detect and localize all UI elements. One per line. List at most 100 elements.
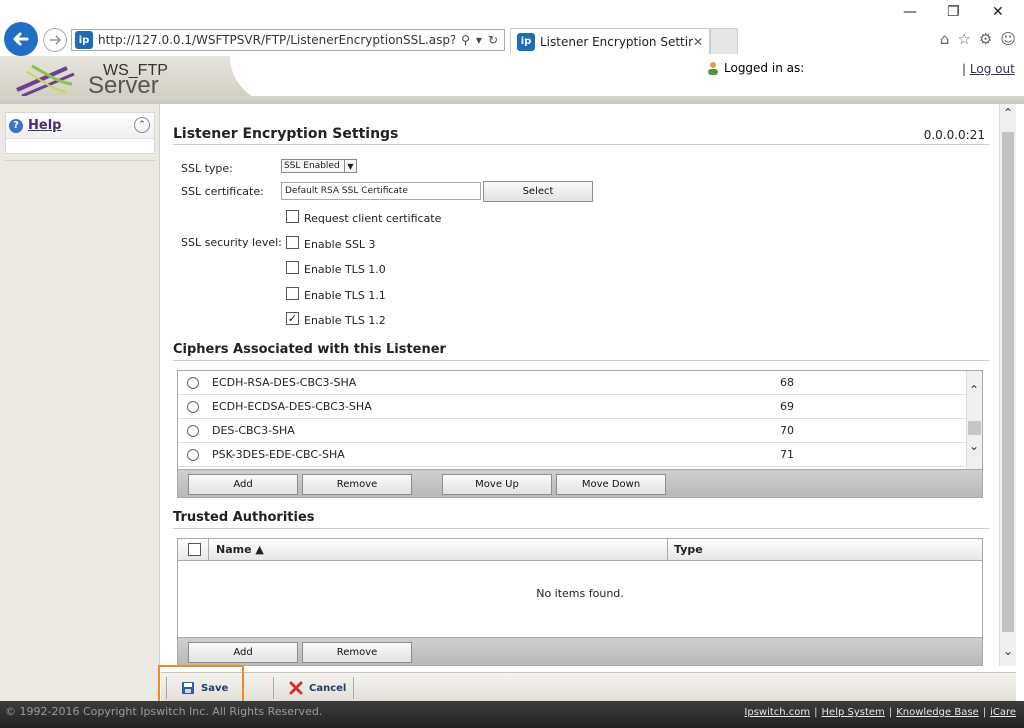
status-bar: © 1992-2016 Copyright Ipswitch Inc. All … xyxy=(0,701,1024,728)
enable-tls10-label: Enable TLS 1.0 xyxy=(304,263,386,276)
toolbar-separator xyxy=(353,677,354,699)
add-authority-button[interactable]: Add xyxy=(188,642,298,663)
scroll-up-chevron-icon[interactable]: ⌃ xyxy=(969,383,979,397)
logout-area: | Log out xyxy=(962,62,1015,76)
scroll-down-chevron-icon[interactable]: ⌄ xyxy=(969,439,979,453)
new-tab-button[interactable] xyxy=(710,28,738,54)
enable-ssl3-label: Enable SSL 3 xyxy=(304,238,376,251)
header-divider xyxy=(0,96,1024,104)
scroll-up-chevron-icon[interactable]: ⌃ xyxy=(1003,106,1013,120)
ipswitch-link[interactable]: Ipswitch.com xyxy=(744,707,810,718)
main-content: Listener Encryption Settings 0.0.0.0:21 … xyxy=(161,104,999,672)
ciphers-toolbar: Add Remove Move Up Move Down xyxy=(178,469,982,497)
close-tab-icon[interactable]: ✕ xyxy=(693,35,709,49)
cipher-row[interactable]: ECDH-ECDSA-DES-CBC3-SHA 69 xyxy=(178,395,966,419)
enable-tls11-label: Enable TLS 1.1 xyxy=(304,289,386,302)
action-toolbar: Save Cancel xyxy=(161,672,1016,701)
request-client-cert-checkbox[interactable] xyxy=(286,210,299,223)
select-certificate-button[interactable]: Select xyxy=(483,181,593,202)
ciphers-divider xyxy=(173,360,989,361)
restore-icon[interactable]: ❐ xyxy=(947,4,960,20)
app-header: WS_FTP Server Logged in as: | Log out xyxy=(0,56,1024,104)
search-icon[interactable]: ⚲ xyxy=(461,33,470,47)
main-scrollbar[interactable]: ⌃ ⌄ xyxy=(999,104,1016,666)
close-window-icon[interactable]: ✕ xyxy=(992,4,1004,20)
back-button[interactable] xyxy=(4,22,38,56)
add-cipher-button[interactable]: Add xyxy=(188,474,298,495)
logout-link[interactable]: Log out xyxy=(970,62,1015,76)
cipher-radio[interactable] xyxy=(187,377,199,389)
footer-links: Ipswitch.com | Help System | Knowledge B… xyxy=(744,707,1016,718)
help-question-icon: ? xyxy=(9,118,23,133)
enable-tls12-checkbox[interactable]: ✓ xyxy=(286,312,299,325)
smiley-feedback-icon[interactable]: ☺ xyxy=(1000,30,1016,48)
main-scroll-thumb[interactable] xyxy=(1002,132,1014,632)
address-url[interactable]: http://127.0.0.1/WSFTPSVR/FTP/ListenerEn… xyxy=(98,33,455,47)
forward-button[interactable] xyxy=(43,28,67,52)
sidebar: ? Help ⌃ xyxy=(0,104,160,701)
ssl-type-select[interactable]: SSL Enabled ▼ xyxy=(281,159,357,173)
ciphers-scrollbar[interactable]: ⌃ ⌄ xyxy=(966,371,982,469)
cipher-name: ECDH-RSA-DES-CBC3-SHA xyxy=(212,376,357,389)
help-link[interactable]: Help xyxy=(28,118,61,133)
column-separator xyxy=(667,539,668,561)
trusted-authorities-table: Name ▲ Type No items found. Add Remove xyxy=(177,538,983,666)
cipher-row[interactable]: DES-CBC3-SHA 70 xyxy=(178,419,966,443)
help-system-link[interactable]: Help System xyxy=(822,707,885,718)
scroll-down-chevron-icon[interactable]: ⌄ xyxy=(1003,644,1013,658)
knowledge-base-link[interactable]: Knowledge Base xyxy=(896,707,979,718)
checkmark-icon: ✓ xyxy=(287,312,298,325)
remove-authority-button[interactable]: Remove xyxy=(302,642,412,663)
icare-link[interactable]: iCare xyxy=(990,707,1016,718)
enable-tls11-checkbox[interactable] xyxy=(286,287,299,300)
cipher-priority: 68 xyxy=(780,376,794,389)
link-separator: | xyxy=(814,707,818,718)
listener-address: 0.0.0.0:21 xyxy=(923,128,985,142)
home-icon[interactable]: ⌂ xyxy=(940,30,950,48)
tab-title: Listener Encryption Settings... xyxy=(540,34,693,49)
link-separator: | xyxy=(888,707,893,718)
cipher-priority: 71 xyxy=(780,448,794,461)
forward-arrow-icon xyxy=(50,35,62,45)
ws-ftp-logo-icon xyxy=(16,64,75,98)
select-all-checkbox[interactable] xyxy=(188,543,201,556)
user-icon xyxy=(708,62,718,75)
ciphers-table: ECDH-RSA-DES-CBC3-SHA 68 ECDH-ECDSA-DES-… xyxy=(177,370,983,498)
trusted-toolbar: Add Remove xyxy=(178,637,982,665)
cipher-name: DES-CBC3-SHA xyxy=(212,424,295,437)
favorites-star-icon[interactable]: ☆ xyxy=(957,30,970,48)
cipher-priority: 69 xyxy=(780,400,794,413)
cipher-radio[interactable] xyxy=(187,401,199,413)
move-down-button[interactable]: Move Down xyxy=(556,474,666,495)
help-panel-header: ? Help ⌃ xyxy=(6,113,154,139)
refresh-icon[interactable]: ↻ xyxy=(488,33,498,47)
browser-chrome: ip http://127.0.0.1/WSFTPSVR/FTP/Listene… xyxy=(0,0,1024,56)
enable-ssl3-checkbox[interactable] xyxy=(286,236,299,249)
cipher-radio[interactable] xyxy=(187,449,199,461)
collapse-chevron-up-icon[interactable]: ⌃ xyxy=(134,117,150,133)
enable-tls12-label: Enable TLS 1.2 xyxy=(304,314,386,327)
column-separator xyxy=(208,539,209,561)
cipher-row[interactable]: PSK-3DES-EDE-CBC-SHA 71 xyxy=(178,443,966,467)
address-bar[interactable]: ip http://127.0.0.1/WSFTPSVR/FTP/Listene… xyxy=(71,29,505,51)
cipher-radio[interactable] xyxy=(187,425,199,437)
dropdown-icon[interactable]: ▾ xyxy=(476,33,482,47)
remove-cipher-button[interactable]: Remove xyxy=(302,474,412,495)
ssl-security-label: SSL security level: xyxy=(181,236,282,249)
settings-gear-icon[interactable]: ⚙ xyxy=(979,30,992,48)
site-favicon-icon: ip xyxy=(75,31,93,49)
column-header-type[interactable]: Type xyxy=(674,543,703,556)
cancel-button[interactable]: Cancel xyxy=(289,678,346,698)
tab-listener-encryption[interactable]: ip Listener Encryption Settings... ✕ xyxy=(510,28,710,54)
back-arrow-icon xyxy=(13,32,29,46)
minimize-icon[interactable]: — xyxy=(903,4,917,20)
cancel-label: Cancel xyxy=(309,682,347,694)
cipher-row[interactable]: ECDH-RSA-DES-CBC3-SHA 68 xyxy=(178,371,966,395)
enable-tls10-checkbox[interactable] xyxy=(286,261,299,274)
scroll-thumb[interactable] xyxy=(968,421,981,435)
column-header-name[interactable]: Name ▲ xyxy=(216,543,264,556)
move-up-button[interactable]: Move Up xyxy=(442,474,552,495)
ssl-certificate-field[interactable]: Default RSA SSL Certificate xyxy=(281,182,481,200)
cipher-name: PSK-3DES-EDE-CBC-SHA xyxy=(212,448,345,461)
ssl-type-value: SSL Enabled xyxy=(284,161,340,171)
